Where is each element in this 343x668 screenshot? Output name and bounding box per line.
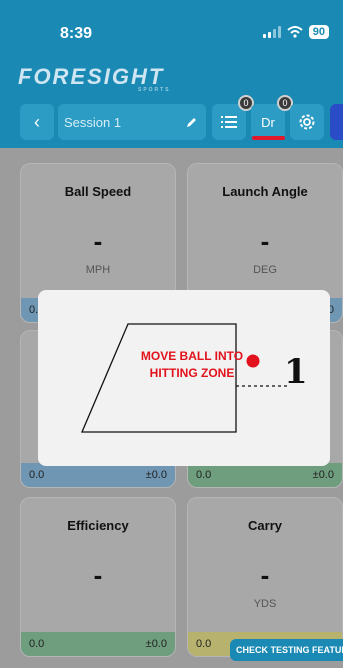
- metric-dev: ±0.0: [145, 638, 167, 650]
- zone-marker-label: 1: [284, 352, 308, 392]
- session-name: Session 1: [64, 114, 122, 130]
- settings-button[interactable]: [290, 104, 324, 140]
- hitting-zone-message: MOVE BALL INTO HITTING ZONE: [140, 349, 244, 380]
- metric-unit: YDS: [253, 598, 277, 610]
- hitting-zone-dialog: MOVE BALL INTO HITTING ZONE 1: [38, 290, 330, 466]
- metric-avg: 0.0: [196, 638, 212, 650]
- club-active-indicator: [252, 136, 285, 140]
- metric-footer: 0.0 ±0.0: [21, 632, 175, 656]
- list-icon: [221, 116, 237, 128]
- metric-title: Carry: [248, 518, 282, 533]
- status-time: 8:39: [60, 25, 93, 42]
- pencil-icon[interactable]: [186, 116, 198, 128]
- status-icons: 90: [262, 25, 329, 39]
- back-button[interactable]: ‹: [20, 104, 54, 140]
- extra-toolbar-button[interactable]: [330, 104, 343, 140]
- check-testing-features-button[interactable]: CHECK TESTING FEATURES: [230, 639, 343, 661]
- wifi-icon: [287, 26, 303, 38]
- metric-value: -: [260, 226, 270, 256]
- club-label: Dr: [261, 114, 275, 130]
- app-header: 8:39 90 FORESIGHT SPORTS ‹ Session 1 0 D…: [0, 0, 343, 148]
- metric-footer: 0.0 ±0.0: [188, 463, 342, 487]
- metric-dev: ±0.0: [145, 469, 167, 481]
- signal-icon: [262, 26, 281, 38]
- metric-value: -: [93, 560, 103, 590]
- metric-dev: ±0.0: [312, 469, 334, 481]
- metric-title: Ball Speed: [64, 184, 132, 199]
- metric-footer: 0.0 ±0.0: [21, 463, 175, 487]
- metric-avg: 0.0: [29, 638, 45, 650]
- battery-indicator: 90: [308, 25, 329, 39]
- chevron-left-icon: ‹: [34, 111, 40, 132]
- metric-title: Efficiency: [67, 518, 129, 533]
- metric-card-carry[interactable]: Carry - YDS 0.0: [187, 497, 343, 657]
- metric-avg: 0.0: [196, 469, 212, 481]
- metric-unit: DEG: [253, 264, 277, 276]
- metric-card-efficiency[interactable]: Efficiency - 0.0 ±0.0: [20, 497, 176, 657]
- metric-title: Launch Angle: [222, 184, 308, 199]
- metric-unit: MPH: [85, 264, 111, 276]
- session-name-field[interactable]: Session 1: [58, 104, 206, 140]
- metric-value: -: [260, 560, 270, 590]
- metric-value: -: [93, 226, 103, 256]
- metric-avg: 0.0: [29, 469, 45, 481]
- logo-subtitle: SPORTS: [138, 87, 171, 93]
- gear-icon: [299, 114, 315, 130]
- ball-marker-icon: [246, 354, 260, 368]
